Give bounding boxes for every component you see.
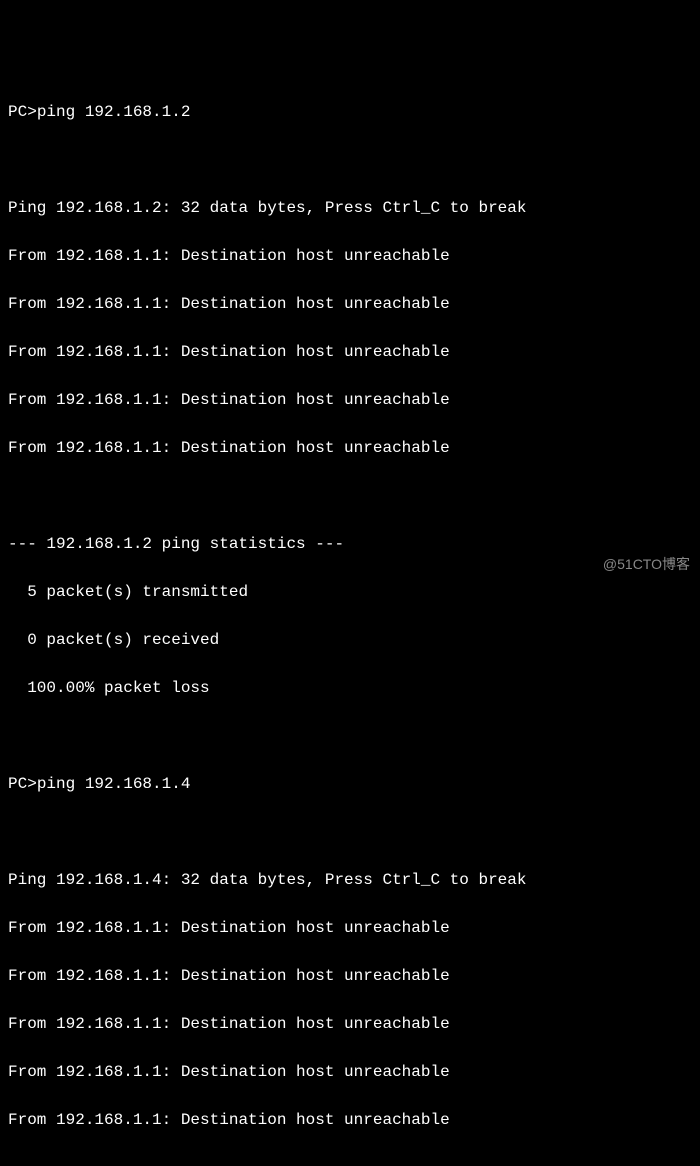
stats-header: --- 192.168.1.2 ping statistics ---	[8, 532, 692, 556]
ping-reply: From 192.168.1.1: Destination host unrea…	[8, 244, 692, 268]
ping-reply: From 192.168.1.1: Destination host unrea…	[8, 436, 692, 460]
command-text: ping 192.168.1.4	[37, 775, 191, 793]
ping-header: Ping 192.168.1.4: 32 data bytes, Press C…	[8, 868, 692, 892]
ping-reply: From 192.168.1.1: Destination host unrea…	[8, 1060, 692, 1084]
ping-reply: From 192.168.1.1: Destination host unrea…	[8, 388, 692, 412]
blank-line	[8, 724, 692, 748]
ping-reply: From 192.168.1.1: Destination host unrea…	[8, 1108, 692, 1132]
stats-line: 100.00% packet loss	[8, 676, 692, 700]
ping-reply: From 192.168.1.1: Destination host unrea…	[8, 964, 692, 988]
watermark: @51CTO博客	[603, 554, 690, 575]
blank-line	[8, 1156, 692, 1166]
blank-line	[8, 484, 692, 508]
ping-reply: From 192.168.1.1: Destination host unrea…	[8, 340, 692, 364]
blank-line	[8, 820, 692, 844]
stats-line: 0 packet(s) received	[8, 628, 692, 652]
stats-line: 5 packet(s) transmitted	[8, 580, 692, 604]
command-line[interactable]: PC>ping 192.168.1.4	[8, 772, 692, 796]
blank-line	[8, 148, 692, 172]
ping-header: Ping 192.168.1.2: 32 data bytes, Press C…	[8, 196, 692, 220]
ping-reply: From 192.168.1.1: Destination host unrea…	[8, 916, 692, 940]
command-text: ping 192.168.1.2	[37, 103, 191, 121]
ping-reply: From 192.168.1.1: Destination host unrea…	[8, 292, 692, 316]
prompt: PC>	[8, 775, 37, 793]
ping-reply: From 192.168.1.1: Destination host unrea…	[8, 1012, 692, 1036]
command-line[interactable]: PC>ping 192.168.1.2	[8, 100, 692, 124]
prompt: PC>	[8, 103, 37, 121]
